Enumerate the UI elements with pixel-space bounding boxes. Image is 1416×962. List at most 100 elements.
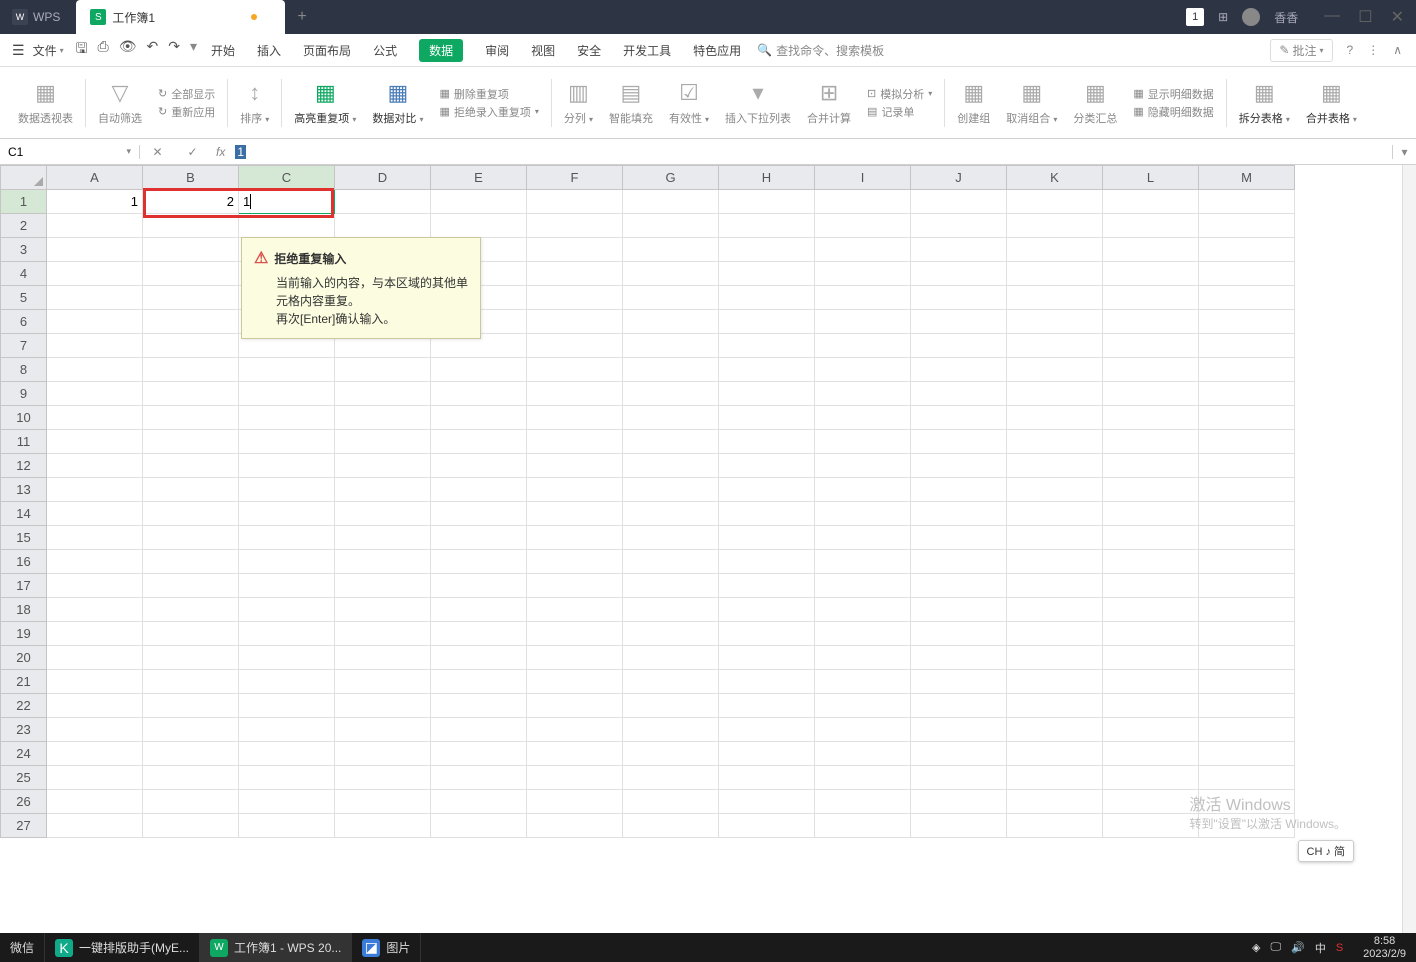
cell-B22[interactable] xyxy=(143,694,239,718)
cell-E25[interactable] xyxy=(431,766,527,790)
cell-G7[interactable] xyxy=(623,334,719,358)
cell-M15[interactable] xyxy=(1199,526,1295,550)
cell-K17[interactable] xyxy=(1007,574,1103,598)
cell-I19[interactable] xyxy=(815,622,911,646)
cell-L5[interactable] xyxy=(1103,286,1199,310)
cell-K2[interactable] xyxy=(1007,214,1103,238)
cell-C1[interactable]: 1 xyxy=(239,190,335,214)
cell-F6[interactable] xyxy=(527,310,623,334)
cell-E18[interactable] xyxy=(431,598,527,622)
cell-B1[interactable]: 2 xyxy=(143,190,239,214)
row-head-27[interactable]: 27 xyxy=(1,814,47,838)
cell-J9[interactable] xyxy=(911,382,1007,406)
cell-F5[interactable] xyxy=(527,286,623,310)
name-box-dropdown-icon[interactable]: ▾ xyxy=(126,146,131,157)
cell-L13[interactable] xyxy=(1103,478,1199,502)
cell-F23[interactable] xyxy=(527,718,623,742)
cell-E22[interactable] xyxy=(431,694,527,718)
col-head-K[interactable]: K xyxy=(1007,166,1103,190)
cell-G10[interactable] xyxy=(623,406,719,430)
side-panel[interactable] xyxy=(1402,165,1416,933)
remove-dup-button[interactable]: ▦ 删除重复项 xyxy=(439,86,508,102)
cell-G5[interactable] xyxy=(623,286,719,310)
cell-H26[interactable] xyxy=(719,790,815,814)
cell-I13[interactable] xyxy=(815,478,911,502)
cell-E24[interactable] xyxy=(431,742,527,766)
spreadsheet-grid[interactable]: ABCDEFGHIJKLM112123456789101112131415161… xyxy=(0,165,1402,933)
qat-dropdown[interactable]: ▾ xyxy=(190,38,197,62)
cell-M5[interactable] xyxy=(1199,286,1295,310)
cell-I8[interactable] xyxy=(815,358,911,382)
cell-G11[interactable] xyxy=(623,430,719,454)
tray-sogou-icon[interactable]: S xyxy=(1336,942,1343,954)
cell-E16[interactable] xyxy=(431,550,527,574)
cell-M21[interactable] xyxy=(1199,670,1295,694)
cell-G13[interactable] xyxy=(623,478,719,502)
cell-D23[interactable] xyxy=(335,718,431,742)
cell-K8[interactable] xyxy=(1007,358,1103,382)
cell-C10[interactable] xyxy=(239,406,335,430)
cell-G6[interactable] xyxy=(623,310,719,334)
cell-D25[interactable] xyxy=(335,766,431,790)
cell-C22[interactable] xyxy=(239,694,335,718)
cell-K22[interactable] xyxy=(1007,694,1103,718)
cell-L11[interactable] xyxy=(1103,430,1199,454)
cell-J15[interactable] xyxy=(911,526,1007,550)
cell-B3[interactable] xyxy=(143,238,239,262)
cell-A5[interactable] xyxy=(47,286,143,310)
cell-L12[interactable] xyxy=(1103,454,1199,478)
col-head-G[interactable]: G xyxy=(623,166,719,190)
cell-C11[interactable] xyxy=(239,430,335,454)
expand-formula-icon[interactable]: ▾ xyxy=(1392,145,1416,159)
row-head-17[interactable]: 17 xyxy=(1,574,47,598)
cell-G22[interactable] xyxy=(623,694,719,718)
cell-J24[interactable] xyxy=(911,742,1007,766)
cell-B2[interactable] xyxy=(143,214,239,238)
cell-C17[interactable] xyxy=(239,574,335,598)
cell-I12[interactable] xyxy=(815,454,911,478)
cell-D11[interactable] xyxy=(335,430,431,454)
cell-F21[interactable] xyxy=(527,670,623,694)
cell-K18[interactable] xyxy=(1007,598,1103,622)
cell-B13[interactable] xyxy=(143,478,239,502)
user-avatar[interactable] xyxy=(1242,8,1260,26)
cell-J3[interactable] xyxy=(911,238,1007,262)
cell-K3[interactable] xyxy=(1007,238,1103,262)
cell-J25[interactable] xyxy=(911,766,1007,790)
row-head-10[interactable]: 10 xyxy=(1,406,47,430)
cell-K13[interactable] xyxy=(1007,478,1103,502)
cell-H8[interactable] xyxy=(719,358,815,382)
col-head-H[interactable]: H xyxy=(719,166,815,190)
row-head-8[interactable]: 8 xyxy=(1,358,47,382)
cell-L1[interactable] xyxy=(1103,190,1199,214)
document-tab[interactable]: S 工作簿1 xyxy=(76,0,285,34)
cell-I10[interactable] xyxy=(815,406,911,430)
tray-volume-icon[interactable]: 🔊 xyxy=(1291,941,1305,954)
cell-G15[interactable] xyxy=(623,526,719,550)
menu-start[interactable]: 开始 xyxy=(211,42,235,59)
cell-H7[interactable] xyxy=(719,334,815,358)
cell-E12[interactable] xyxy=(431,454,527,478)
cell-H27[interactable] xyxy=(719,814,815,838)
cell-E19[interactable] xyxy=(431,622,527,646)
cell-D15[interactable] xyxy=(335,526,431,550)
cell-L17[interactable] xyxy=(1103,574,1199,598)
cell-K23[interactable] xyxy=(1007,718,1103,742)
cell-A25[interactable] xyxy=(47,766,143,790)
print-icon[interactable]: ⎙ xyxy=(98,38,109,62)
menu-dev[interactable]: 开发工具 xyxy=(623,42,671,59)
cell-I15[interactable] xyxy=(815,526,911,550)
cell-D21[interactable] xyxy=(335,670,431,694)
cell-F13[interactable] xyxy=(527,478,623,502)
cell-F10[interactable] xyxy=(527,406,623,430)
cell-B12[interactable] xyxy=(143,454,239,478)
cell-I16[interactable] xyxy=(815,550,911,574)
row-head-19[interactable]: 19 xyxy=(1,622,47,646)
cell-H13[interactable] xyxy=(719,478,815,502)
cell-M14[interactable] xyxy=(1199,502,1295,526)
split-col-button[interactable]: ▥分列 ▾ xyxy=(556,80,601,126)
cell-J12[interactable] xyxy=(911,454,1007,478)
cell-E11[interactable] xyxy=(431,430,527,454)
cell-C25[interactable] xyxy=(239,766,335,790)
validation-button[interactable]: ☑有效性 ▾ xyxy=(661,80,717,126)
